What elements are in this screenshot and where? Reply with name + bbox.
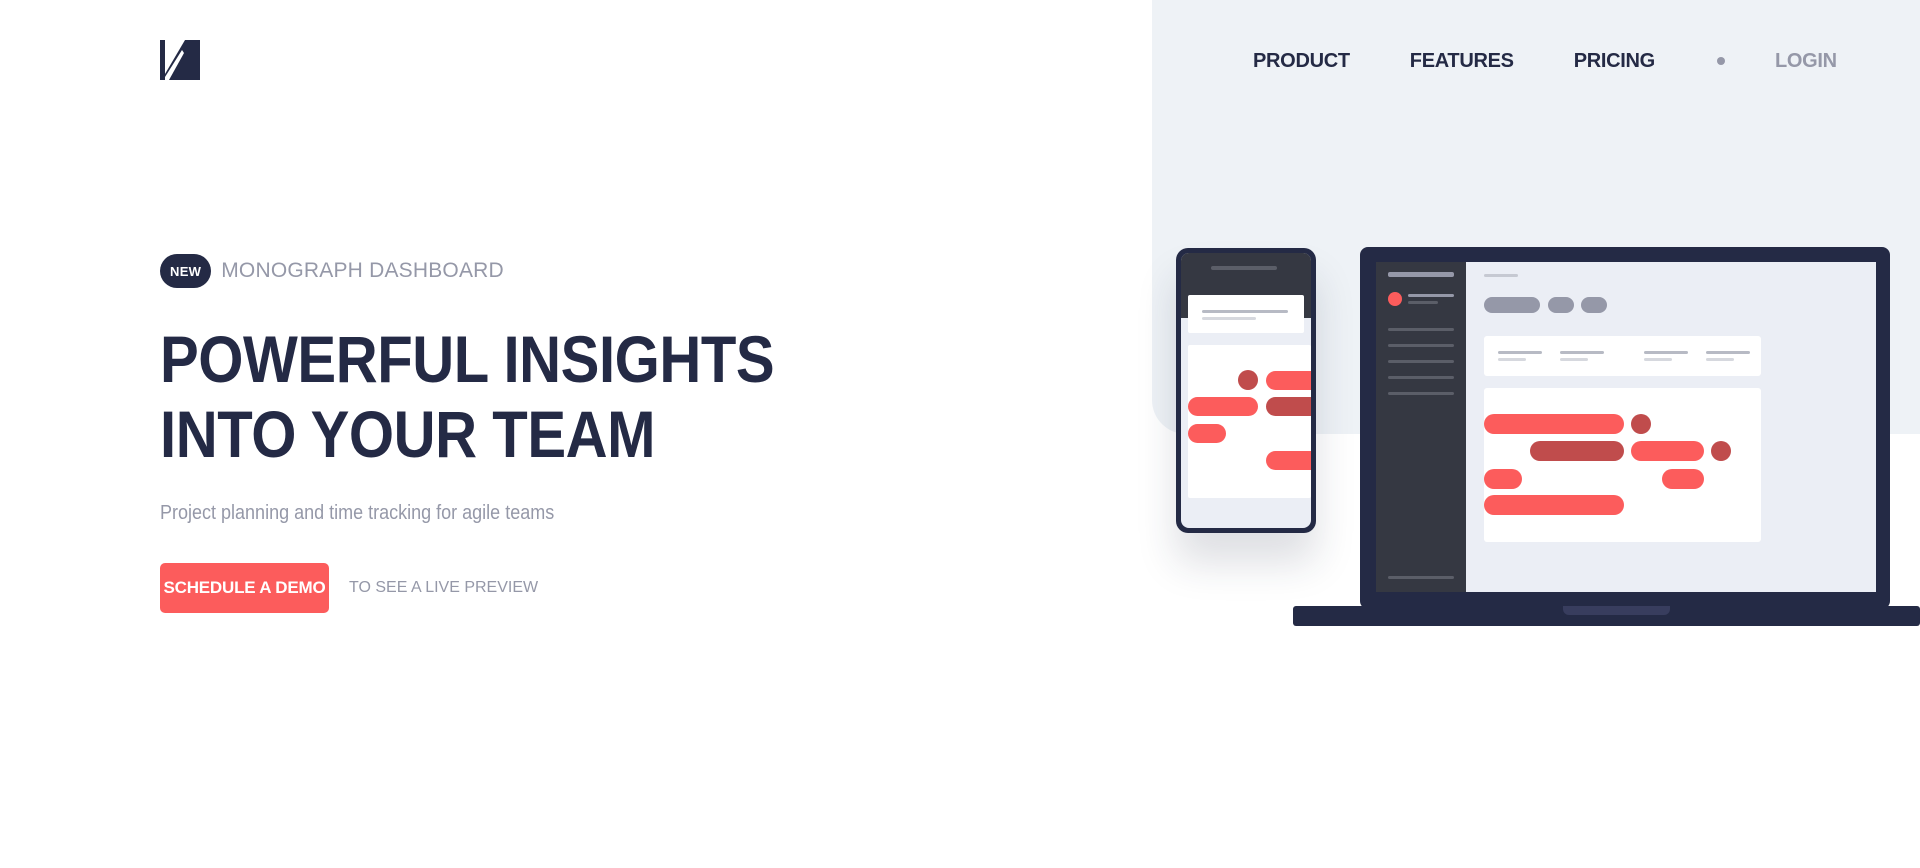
hero-subtitle: Project planning and time tracking for a… [160, 502, 555, 524]
cta-note: TO SEE A LIVE PREVIEW [349, 579, 539, 596]
timeline-bar [1484, 495, 1624, 515]
hero-title: POWERFUL INSIGHTS INTO YOUR TEAM [160, 322, 776, 472]
placeholder-line [1408, 301, 1438, 304]
timeline-dot [1711, 441, 1731, 461]
avatar-dot [1388, 292, 1402, 306]
timeline-bar [1631, 441, 1704, 461]
placeholder-line [1560, 358, 1588, 361]
placeholder-line [1706, 351, 1750, 354]
placeholder-line [1484, 274, 1518, 277]
cta-row: SCHEDULE A DEMO TO SEE A LIVE PREVIEW [160, 563, 538, 613]
timeline-bar [1662, 469, 1704, 489]
filter-chip [1484, 297, 1540, 313]
monograph-logo-icon[interactable] [160, 40, 200, 80]
timeline-bar [1484, 414, 1624, 434]
placeholder-line [1388, 328, 1454, 331]
timeline-bar [1530, 441, 1624, 461]
placeholder-line [1388, 392, 1454, 395]
placeholder-line [1644, 358, 1672, 361]
placeholder-line [1202, 317, 1256, 320]
filter-chip [1581, 297, 1607, 313]
phone-summary-card [1188, 295, 1304, 333]
badge-caption: MONOGRAPH DASHBOARD [221, 259, 504, 282]
laptop-illustration [1360, 247, 1890, 609]
hero-title-line-1: POWERFUL INSIGHTS [160, 322, 775, 396]
phone-timeline-card [1188, 345, 1311, 498]
placeholder-line [1560, 351, 1604, 354]
nav-features-link[interactable]: FEATURES [1410, 50, 1514, 73]
timeline-bar [1484, 469, 1522, 489]
laptop-hinge [1563, 606, 1670, 615]
placeholder-line [1408, 294, 1454, 297]
placeholder-line [1644, 351, 1688, 354]
phone-screen [1181, 253, 1311, 528]
placeholder-line [1498, 351, 1542, 354]
nav-login-link[interactable]: LOGIN [1775, 50, 1837, 73]
timeline-bar [1266, 371, 1311, 390]
placeholder-line [1388, 576, 1454, 579]
hero-title-line-2: INTO YOUR TEAM [160, 397, 656, 471]
placeholder-line [1498, 358, 1526, 361]
schedule-demo-button[interactable]: SCHEDULE A DEMO [160, 563, 329, 613]
placeholder-line [1706, 358, 1734, 361]
timeline-dot [1631, 414, 1651, 434]
placeholder-line [1388, 360, 1454, 363]
placeholder-line [1202, 310, 1288, 313]
nav-pricing-link[interactable]: PRICING [1574, 50, 1656, 73]
timeline-dot [1238, 370, 1258, 390]
nav-separator-dot [1716, 57, 1725, 65]
timeline-bar [1266, 397, 1311, 416]
timeline-bar [1188, 397, 1258, 416]
filter-chip [1548, 297, 1574, 313]
phone-illustration [1176, 248, 1316, 533]
new-badge: NEW [160, 254, 212, 288]
timeline-bar [1188, 424, 1226, 443]
placeholder-line [1388, 376, 1454, 379]
laptop-stats-card [1484, 336, 1761, 376]
nav-product-link[interactable]: PRODUCT [1253, 50, 1350, 73]
timeline-bar [1266, 451, 1311, 470]
laptop-timeline-card [1484, 388, 1761, 542]
main-nav: PRODUCT FEATURES PRICING LOGIN [1253, 48, 1837, 74]
placeholder-line [1388, 272, 1454, 277]
laptop-screen [1376, 262, 1876, 592]
placeholder-line [1388, 344, 1454, 347]
laptop-sidebar [1376, 262, 1466, 592]
hero-badge-row: NEW MONOGRAPH DASHBOARD [160, 254, 504, 288]
phone-speaker [1211, 266, 1277, 270]
